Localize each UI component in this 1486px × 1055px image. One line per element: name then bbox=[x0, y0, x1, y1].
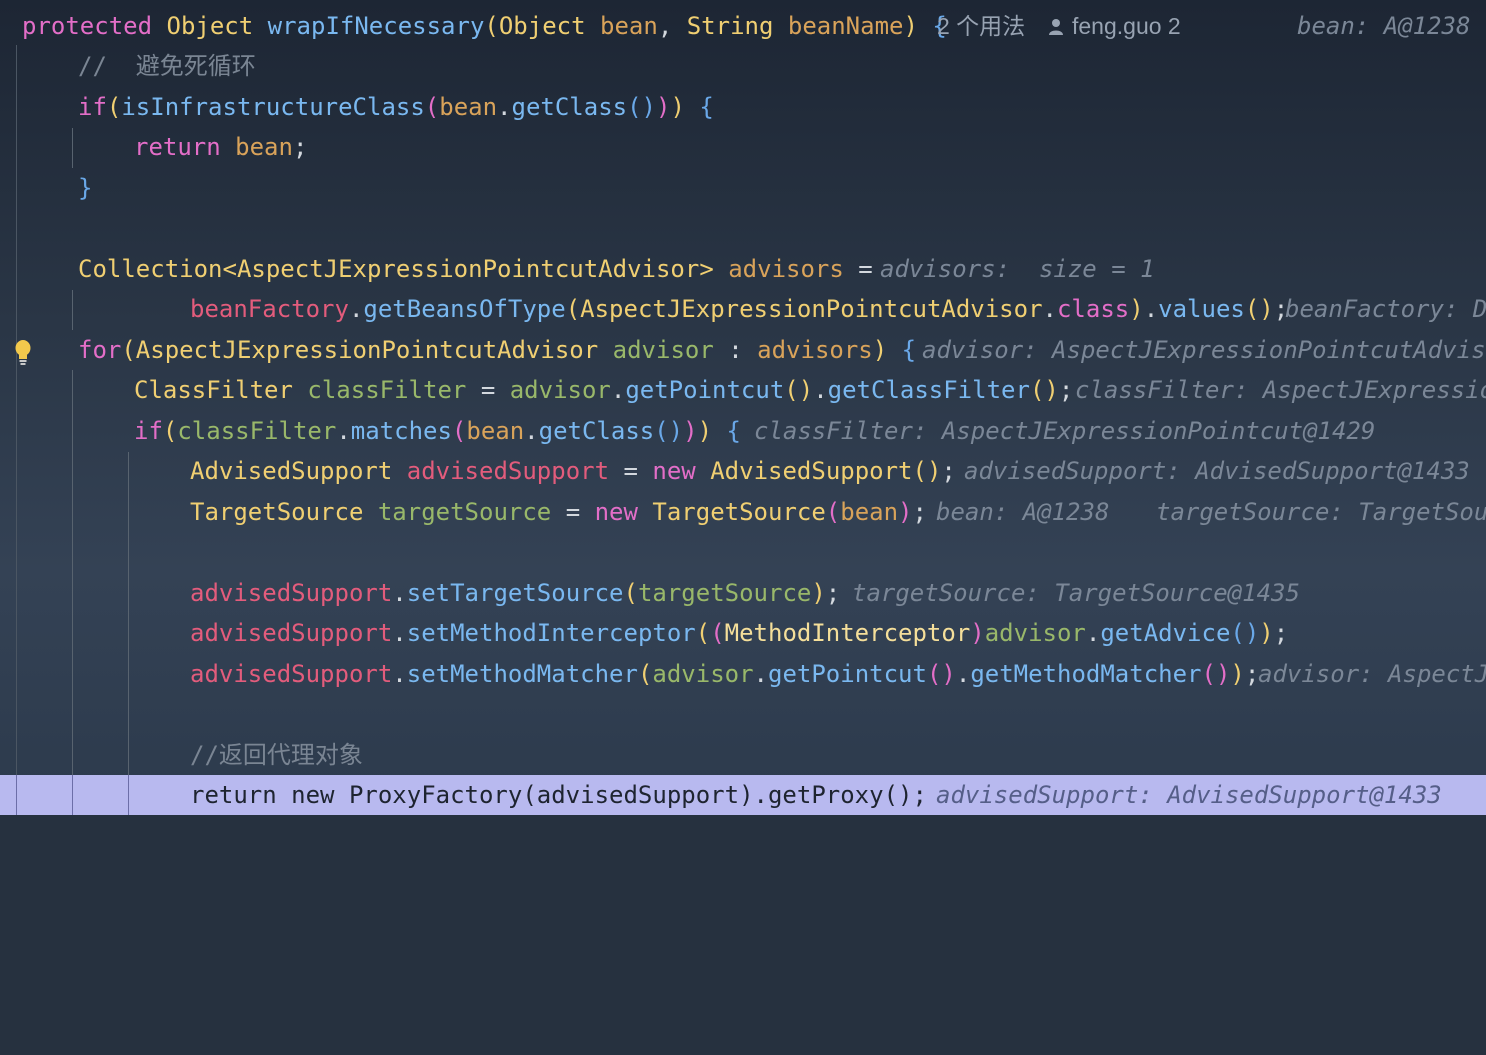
code-line[interactable]: protected Object wrapIfNecessary(Object … bbox=[0, 6, 1486, 46]
code-line[interactable]: //返回代理对象 bbox=[0, 735, 1486, 775]
inline-value-hint: targetSource: TargetSource@1435 bbox=[852, 579, 1300, 607]
inline-value-hint: beanFactory: De bbox=[1285, 295, 1486, 323]
inline-value-hint: advisor: AspectJExpressionPointcutAdviso… bbox=[922, 336, 1486, 364]
code-line[interactable]: return bean; bbox=[0, 127, 1486, 167]
code-line[interactable]: if(classFilter.matches(bean.getClass()))… bbox=[0, 411, 1486, 451]
inline-value-hint: classFilter: AspectJExpressionPointcut@1… bbox=[754, 417, 1376, 445]
code-line[interactable]: TargetSource targetSource = new TargetSo… bbox=[0, 492, 1486, 532]
code-line[interactable]: advisedSupport.setMethodInterceptor((Met… bbox=[0, 613, 1486, 653]
code-line[interactable]: for(AspectJExpressionPointcutAdvisor adv… bbox=[0, 330, 1486, 370]
indent-guide bbox=[128, 775, 129, 815]
inline-value-hint: advisedSupport: AdvisedSupport@1433 bbox=[964, 457, 1470, 485]
person-icon bbox=[1049, 19, 1063, 35]
code-editor[interactable]: protected Object wrapIfNecessary(Object … bbox=[0, 0, 1486, 815]
code-line[interactable]: if(isInfrastructureClass(bean.getClass()… bbox=[0, 87, 1486, 127]
usages-count[interactable]: 2 个用法 bbox=[937, 6, 1025, 46]
code-line[interactable]: AdvisedSupport advisedSupport = new Advi… bbox=[0, 451, 1486, 491]
code-comment: //返回代理对象 bbox=[190, 741, 363, 769]
code-line[interactable]: beanFactory.getBeansOfType(AspectJExpres… bbox=[0, 289, 1486, 329]
code-line[interactable]: // 避免死循环 bbox=[0, 46, 1486, 86]
code-comment: // 避免死循环 bbox=[78, 52, 256, 80]
inline-value-hint: advisor: AspectJ bbox=[1258, 660, 1486, 688]
author-name[interactable]: feng.guo 2 bbox=[1072, 6, 1181, 46]
code-line[interactable]: advisedSupport.setTargetSource(targetSou… bbox=[0, 573, 1486, 613]
code-line[interactable]: ClassFilter classFilter = advisor.getPoi… bbox=[0, 370, 1486, 410]
indent-guide bbox=[16, 775, 17, 815]
code-line[interactable]: } bbox=[0, 168, 1486, 208]
inline-value-hint: advisedSupport: AdvisedSupport@1433 bbox=[936, 781, 1442, 809]
current-execution-line[interactable]: return new ProxyFactory(advisedSupport).… bbox=[0, 775, 1486, 815]
inline-value-hint: targetSource: TargetSour bbox=[1156, 498, 1486, 526]
code-line[interactable]: Collection<AspectJExpressionPointcutAdvi… bbox=[0, 249, 1486, 289]
inline-value-hint: bean: A@1238 bbox=[936, 498, 1110, 526]
indent-guide bbox=[72, 775, 73, 815]
inline-value-hint: classFilter: AspectJExpression bbox=[1075, 376, 1486, 404]
inline-value-hint: advisors: size = 1 bbox=[880, 255, 1155, 283]
inline-value-hint: bean: A@1238 bbox=[1297, 12, 1471, 40]
code-line[interactable]: advisedSupport.setMethodMatcher(advisor.… bbox=[0, 654, 1486, 694]
